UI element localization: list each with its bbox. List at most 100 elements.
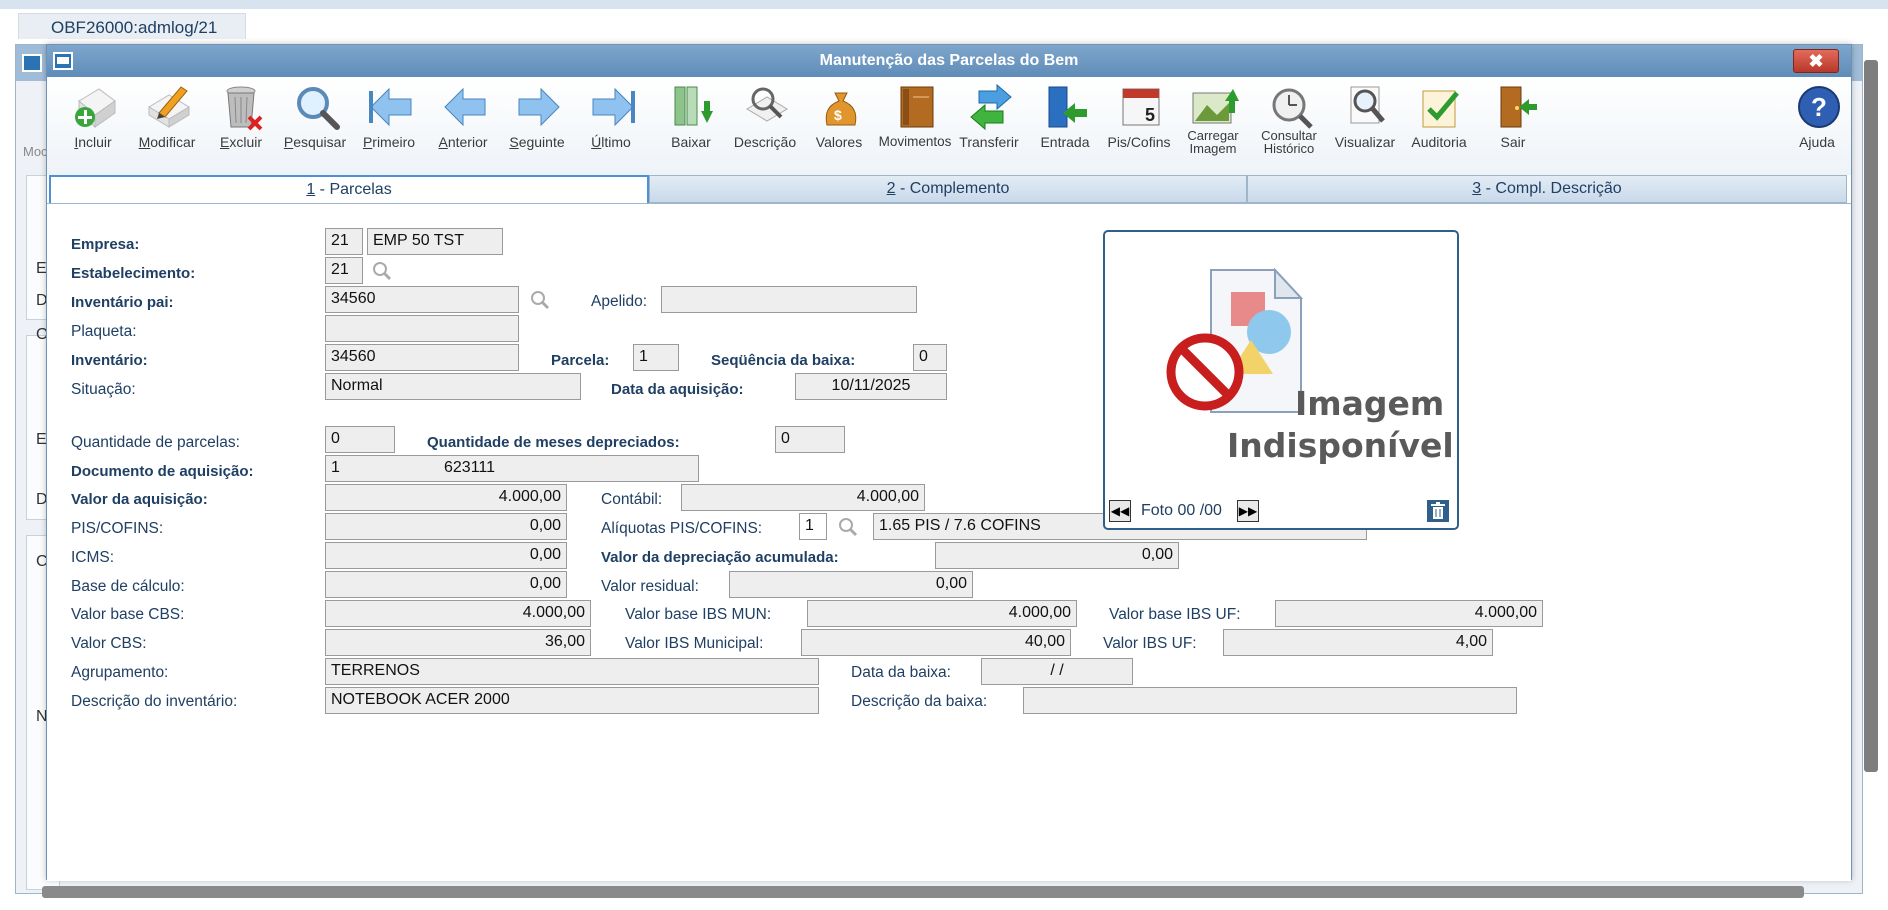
toolbar-button-sair[interactable]: Sair bbox=[1477, 81, 1549, 169]
parcela-label: Parcela: bbox=[551, 352, 610, 369]
parcelas-panel: Empresa: 21 EMP 50 TST Estabelecimento: … bbox=[47, 203, 1851, 881]
contabil-field[interactable]: 4.000,00 bbox=[681, 484, 925, 511]
previous-photo-button[interactable]: ◀◀ bbox=[1109, 500, 1131, 522]
empresa-code-field[interactable]: 21 bbox=[325, 228, 363, 255]
descricao-inventario-field[interactable]: NOTEBOOK ACER 2000 bbox=[325, 687, 819, 714]
help-icon: ? bbox=[1798, 86, 1840, 128]
tab-compl-descricao[interactable]: 3 - Compl. Descrição bbox=[1247, 175, 1847, 203]
toolbar-label: Incluir bbox=[74, 134, 112, 150]
icms-field[interactable]: 0,00 bbox=[325, 542, 567, 569]
toolbar-button-pis-cofins[interactable]: 5 Pis/Cofins bbox=[1103, 81, 1175, 169]
image-panel: Imagem Indisponível ◀◀ Foto 00 /00 ▶▶ bbox=[1103, 230, 1459, 530]
descricao-baixa-field[interactable] bbox=[1023, 687, 1517, 714]
tab-label: - Complemento bbox=[895, 180, 1010, 197]
page-horizontal-scrollbar[interactable] bbox=[42, 886, 1804, 898]
plaqueta-label: Plaqueta: bbox=[71, 323, 137, 340]
next-photo-button[interactable]: ▶▶ bbox=[1237, 500, 1259, 522]
dialog-titlebar[interactable]: Manutenção das Parcelas do Bem ✖ bbox=[47, 45, 1851, 77]
aliquotas-code-field[interactable]: 1 bbox=[799, 513, 827, 540]
valor-ibs-municipal-field[interactable]: 40,00 bbox=[801, 629, 1071, 656]
toolbar-button-ajuda[interactable]: ? Ajuda bbox=[1781, 81, 1853, 169]
sequencia-baixa-field[interactable]: 0 bbox=[913, 344, 947, 371]
toolbar-button-descricao[interactable]: Descrição bbox=[729, 81, 801, 169]
toolbar: Incluir Modificar Excluir Pesquisar Prim… bbox=[47, 77, 1851, 175]
toolbar-label: Pis/Cofins bbox=[1107, 134, 1171, 150]
estabelecimento-code-field[interactable]: 21 bbox=[325, 257, 363, 284]
estabelecimento-label: Estabelecimento: bbox=[71, 265, 196, 282]
next-arrow-icon bbox=[518, 87, 560, 127]
toolbar-button-ultimo[interactable]: Último bbox=[575, 81, 647, 169]
qtd-parcelas-field[interactable]: 0 bbox=[325, 426, 395, 453]
documento-aquisicao-field[interactable]: 1 623111 bbox=[325, 455, 699, 482]
base-calculo-label: Base de cálculo: bbox=[71, 578, 185, 595]
toolbar-button-incluir[interactable]: Incluir bbox=[57, 81, 129, 169]
agrupamento-field[interactable]: TERRENOS bbox=[325, 658, 819, 685]
audit-check-icon bbox=[1422, 90, 1459, 128]
tab-complemento[interactable]: 2 - Complemento bbox=[649, 175, 1247, 203]
valor-aquisicao-label: Valor da aquisição: bbox=[71, 491, 208, 508]
toolbar-button-valores[interactable]: $ Valores bbox=[803, 81, 875, 169]
base-calculo-field[interactable]: 0,00 bbox=[325, 571, 567, 598]
toolbar-button-modificar[interactable]: Modificar bbox=[131, 81, 203, 169]
toolbar-label: Anterior bbox=[438, 134, 488, 150]
aliquotas-pis-cofins-label: Alíquotas PIS/COFINS: bbox=[601, 520, 763, 537]
descricao-baixa-label: Descrição da baixa: bbox=[851, 693, 988, 710]
toolbar-button-carregar-imagem[interactable]: Carregar Imagem bbox=[1177, 81, 1249, 169]
lookup-magnifier-icon[interactable] bbox=[837, 516, 859, 538]
toolbar-button-auditoria[interactable]: Auditoria bbox=[1403, 81, 1475, 169]
toolbar-button-pesquisar[interactable]: Pesquisar bbox=[279, 81, 351, 169]
lookup-magnifier-icon[interactable] bbox=[371, 260, 393, 282]
data-aquisicao-field[interactable]: 10/11/2025 bbox=[795, 373, 947, 400]
delete-photo-button[interactable] bbox=[1427, 500, 1449, 522]
valor-depreciacao-acumulada-field[interactable]: 0,00 bbox=[935, 542, 1179, 569]
close-button[interactable]: ✖ bbox=[1793, 49, 1839, 73]
toolbar-button-seguinte[interactable]: Seguinte bbox=[501, 81, 573, 169]
first-arrow-icon bbox=[369, 87, 412, 127]
toolbar-label: Sair bbox=[1500, 134, 1526, 150]
plaqueta-field[interactable] bbox=[325, 315, 519, 342]
lookup-magnifier-icon[interactable] bbox=[529, 289, 551, 311]
toolbar-button-excluir[interactable]: Excluir bbox=[205, 81, 277, 169]
valor-ibs-uf-label: Valor IBS UF: bbox=[1103, 635, 1197, 652]
toolbar-button-movimentos[interactable]: Movimentos bbox=[879, 81, 951, 169]
image-unavailable-line1: Imagem bbox=[1295, 384, 1445, 423]
last-arrow-icon bbox=[592, 87, 635, 127]
edit-pencil-icon bbox=[148, 86, 190, 128]
documento-aquisicao-number: 1 bbox=[331, 459, 340, 476]
qtd-meses-depreciados-field[interactable]: 0 bbox=[775, 426, 845, 453]
inventario-field[interactable]: 34560 bbox=[325, 344, 519, 371]
tab-parcelas[interactable]: 1 - Parcelas bbox=[49, 175, 649, 203]
outer-window-tab[interactable]: OBF26000:admlog/21 bbox=[18, 13, 246, 39]
valor-cbs-field[interactable]: 36,00 bbox=[325, 629, 591, 656]
toolbar-button-anterior[interactable]: Anterior bbox=[427, 81, 499, 169]
toolbar-button-visualizar[interactable]: Visualizar bbox=[1329, 81, 1401, 169]
toolbar-button-primeiro[interactable]: Primeiro bbox=[353, 81, 425, 169]
transfer-arrows-icon bbox=[970, 83, 1012, 131]
toolbar-button-entrada[interactable]: Entrada bbox=[1029, 81, 1101, 169]
valor-residual-field[interactable]: 0,00 bbox=[729, 571, 973, 598]
valor-base-cbs-field[interactable]: 4.000,00 bbox=[325, 600, 591, 627]
toolbar-button-transferir[interactable]: Transferir bbox=[953, 81, 1025, 169]
valor-ibs-municipal-label: Valor IBS Municipal: bbox=[625, 635, 764, 652]
pis-cofins-field[interactable]: 0,00 bbox=[325, 513, 567, 540]
empresa-name-field[interactable]: EMP 50 TST bbox=[367, 228, 503, 255]
valor-base-ibs-uf-field[interactable]: 4.000,00 bbox=[1275, 600, 1543, 627]
situacao-field[interactable]: Normal bbox=[325, 373, 581, 400]
parcela-field[interactable]: 1 bbox=[633, 344, 679, 371]
valor-base-cbs-label: Valor base CBS: bbox=[71, 606, 185, 623]
valor-aquisicao-field[interactable]: 4.000,00 bbox=[325, 484, 567, 511]
valor-ibs-uf-field[interactable]: 4,00 bbox=[1223, 629, 1493, 656]
toolbar-button-consultar-historico[interactable]: Consultar Histórico bbox=[1253, 81, 1325, 169]
toolbar-label: Baixar bbox=[671, 134, 711, 150]
book-icon bbox=[900, 86, 934, 128]
data-baixa-field[interactable]: / / bbox=[981, 658, 1133, 685]
svg-text:?: ? bbox=[1811, 92, 1827, 122]
toolbar-button-baixar[interactable]: Baixar bbox=[655, 81, 727, 169]
inventario-pai-field[interactable]: 34560 bbox=[325, 286, 519, 313]
apelido-field[interactable] bbox=[661, 286, 917, 313]
situacao-label: Situação: bbox=[71, 381, 136, 398]
page-vertical-scrollbar[interactable] bbox=[1864, 60, 1878, 772]
valor-base-ibs-mun-field[interactable]: 4.000,00 bbox=[807, 600, 1077, 627]
valor-depreciacao-acumulada-label: Valor da depreciação acumulada: bbox=[601, 549, 839, 566]
background-window-icon bbox=[22, 54, 42, 72]
